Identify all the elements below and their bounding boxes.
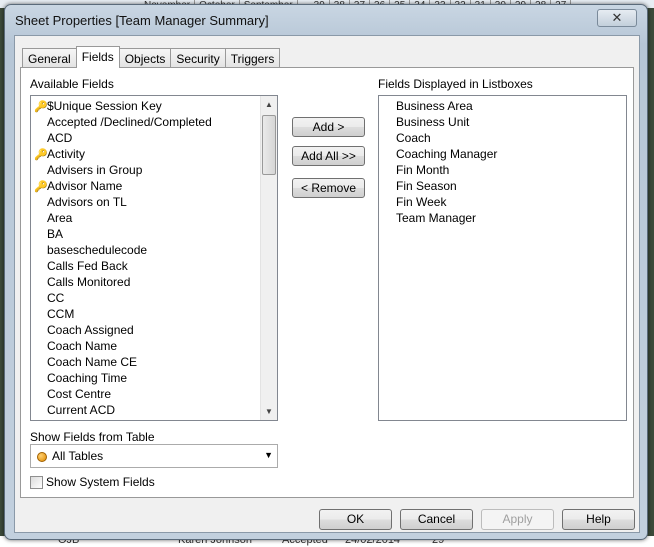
displayed-field-item[interactable]: Fin Month [379, 162, 626, 178]
dialog-client: General Fields Objects Security Triggers… [14, 35, 640, 533]
key-icon: 🔑 [34, 101, 48, 113]
field-label: Accepted /Declined/Completed [47, 115, 212, 129]
add-all-button[interactable]: Add All >> [292, 146, 365, 166]
available-field-item[interactable]: Advisers in Group [31, 162, 277, 178]
remove-button[interactable]: < Remove [292, 178, 365, 198]
tab-objects[interactable]: Objects [118, 48, 172, 67]
available-field-item[interactable]: Advisors on TL [31, 194, 277, 210]
displayed-fields-label: Fields Displayed in Listboxes [378, 77, 533, 91]
field-label: Area [47, 211, 73, 225]
available-field-item[interactable]: Cost Centre [31, 386, 277, 402]
sheet-properties-dialog: Sheet Properties [Team Manager Summary] … [4, 4, 648, 540]
dialog-title: Sheet Properties [Team Manager Summary] [15, 13, 269, 28]
available-field-item[interactable]: Coach Assigned [31, 322, 277, 338]
ok-button[interactable]: OK [319, 509, 392, 530]
available-field-item[interactable]: Coach Name CE [31, 354, 277, 370]
available-field-item[interactable]: 🔑 $Unique Session Key [31, 98, 277, 114]
tab-general[interactable]: General [22, 48, 77, 67]
available-field-item[interactable]: Coaching Time [31, 370, 277, 386]
show-fields-from-table-label: Show Fields from Table [30, 430, 155, 444]
cancel-button[interactable]: Cancel [400, 509, 473, 530]
apply-button[interactable]: Apply [481, 509, 554, 530]
field-label: Activity [47, 147, 86, 161]
tab-bar: General Fields Objects Security Triggers [22, 46, 281, 68]
field-label: CCM [47, 307, 75, 321]
available-field-item[interactable]: baseschedulecode [31, 242, 277, 258]
displayed-field-item[interactable]: Coach [379, 130, 626, 146]
table-select-value: All Tables [52, 449, 104, 463]
available-field-item[interactable]: Calls Monitored [31, 274, 277, 290]
displayed-field-item[interactable]: Coaching Manager [379, 146, 626, 162]
tab-fields[interactable]: Fields [75, 46, 120, 68]
close-button[interactable]: ✕ [597, 9, 637, 27]
fields-tab-panel: Available Fields 🔑 $Unique Session Key Acc… [20, 67, 634, 498]
show-system-fields-checkbox[interactable] [30, 476, 43, 489]
available-fields-list[interactable]: 🔑 $Unique Session Key Accepted /Declined/C… [30, 95, 278, 421]
key-icon: 🔑 [34, 181, 48, 193]
available-field-item[interactable]: BA [31, 226, 277, 242]
available-field-item[interactable]: Accepted /Declined/Completed [31, 114, 277, 130]
displayed-fields-list[interactable]: Business Area Business Unit Coach Coaching … [378, 95, 627, 421]
help-button[interactable]: Help [562, 509, 635, 530]
field-label: Calls Monitored [47, 275, 131, 289]
field-label: Coach Name CE [47, 355, 138, 369]
available-fields-scrollbar[interactable]: ▲ ▼ [260, 96, 277, 420]
field-label: $Unique Session Key [47, 99, 162, 113]
displayed-field-item[interactable]: Business Area [379, 98, 626, 114]
displayed-field-item[interactable]: Team Manager [379, 210, 626, 226]
available-field-item[interactable]: Current ACD [31, 402, 277, 418]
field-label: CC [47, 291, 65, 305]
field-label: Advisers in Group [47, 163, 143, 177]
displayed-field-item[interactable]: Fin Week [379, 194, 626, 210]
add-button[interactable]: Add > [292, 117, 365, 137]
field-label: ACD [47, 131, 73, 145]
chevron-down-icon: ▼ [264, 450, 273, 460]
field-label: baseschedulecode [47, 243, 148, 257]
available-field-item[interactable]: 🔑 Advisor Name [31, 178, 277, 194]
available-field-item[interactable]: Calls Fed Back [31, 258, 277, 274]
scroll-up-arrow-icon[interactable]: ▲ [261, 96, 277, 113]
show-system-fields-label[interactable]: Show System Fields [46, 475, 155, 489]
field-label: Coach Name [47, 339, 118, 353]
available-field-item[interactable]: ACD [31, 130, 277, 146]
scroll-thumb[interactable] [262, 115, 276, 175]
field-label: Current ACD [47, 403, 116, 417]
available-field-item[interactable]: Area [31, 210, 277, 226]
available-field-item[interactable]: Coach Name [31, 338, 277, 354]
field-label: Calls Fed Back [47, 259, 128, 273]
field-label: Coaching Time [47, 371, 128, 385]
table-dot-icon [37, 452, 47, 462]
field-label: BA [47, 227, 64, 241]
available-field-item[interactable]: CC [31, 290, 277, 306]
tab-security[interactable]: Security [170, 48, 226, 67]
field-label: Advisor Name [47, 179, 123, 193]
available-fields-label: Available Fields [30, 77, 114, 91]
displayed-field-item[interactable]: Fin Season [379, 178, 626, 194]
available-field-item[interactable]: CCM [31, 306, 277, 322]
displayed-field-item[interactable]: Business Unit [379, 114, 626, 130]
available-field-item[interactable]: 🔑 Activity [31, 146, 277, 162]
table-select[interactable]: All Tables ▼ [30, 444, 278, 468]
close-icon: ✕ [611, 10, 623, 25]
field-label: Cost Centre [47, 387, 112, 401]
field-label: Coach Assigned [47, 323, 134, 337]
field-label: Advisors on TL [47, 195, 127, 209]
key-icon: 🔑 [34, 149, 48, 161]
scroll-down-arrow-icon[interactable]: ▼ [261, 403, 277, 420]
tab-triggers[interactable]: Triggers [224, 48, 281, 67]
